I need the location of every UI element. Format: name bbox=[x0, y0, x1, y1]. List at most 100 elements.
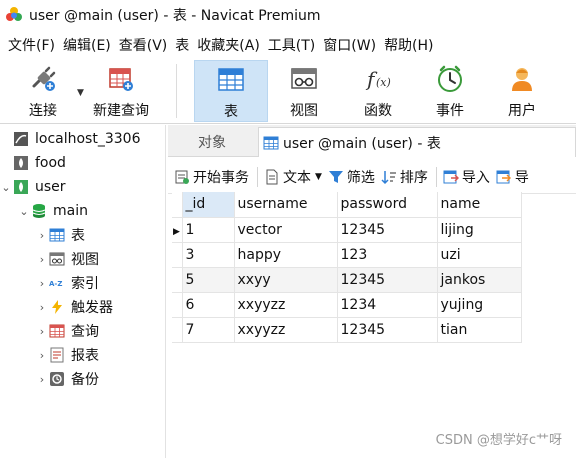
mongo-leaf-icon bbox=[12, 154, 30, 172]
view-label: 视图 bbox=[290, 103, 318, 119]
cell-password[interactable]: 123 bbox=[337, 242, 438, 268]
user-button[interactable]: 用户 bbox=[490, 60, 554, 122]
tree-item-triggers[interactable]: › 触发器 bbox=[0, 295, 166, 319]
chevron-right-icon[interactable]: › bbox=[36, 349, 48, 362]
cell-username[interactable]: xxyyzz bbox=[234, 317, 338, 343]
cell-name[interactable]: uzi bbox=[437, 242, 522, 268]
menu-view[interactable]: 查看(V) bbox=[115, 35, 172, 55]
menu-table[interactable]: 表 bbox=[171, 35, 193, 55]
tree-item-queries[interactable]: › 查询 bbox=[0, 319, 166, 343]
tree-label: 报表 bbox=[71, 348, 99, 364]
watermark-text: CSDN @想学好c艹呀 bbox=[435, 433, 562, 448]
column-header-username[interactable]: username bbox=[234, 192, 338, 218]
toolbar-divider bbox=[435, 166, 437, 187]
chevron-right-icon[interactable]: › bbox=[36, 277, 48, 290]
table-row[interactable]: 3 happy 123 uzi bbox=[172, 242, 522, 268]
backup-icon bbox=[48, 370, 66, 388]
menu-tools[interactable]: 工具(T) bbox=[264, 35, 319, 55]
menu-edit[interactable]: 编辑(E) bbox=[59, 35, 115, 55]
sort-icon bbox=[381, 169, 397, 185]
tree-label: user bbox=[35, 179, 66, 195]
cell-id[interactable]: 6 bbox=[182, 292, 235, 318]
chevron-right-icon[interactable]: › bbox=[36, 325, 48, 338]
cell-name[interactable]: lijing bbox=[437, 217, 522, 243]
column-header-name[interactable]: name bbox=[437, 192, 522, 218]
cell-name[interactable]: jankos bbox=[437, 267, 522, 293]
connect-dropdown-caret-icon[interactable]: ▼ bbox=[77, 88, 84, 98]
column-header-id[interactable]: _id bbox=[182, 192, 235, 218]
tab-user-table[interactable]: user @main (user) - 表 bbox=[258, 127, 576, 157]
cell-username[interactable]: xxyy bbox=[234, 267, 338, 293]
function-button[interactable]: f (x) 函数 bbox=[346, 60, 410, 122]
connect-label: 连接 bbox=[29, 103, 57, 119]
text-button[interactable]: 文本 ▼ bbox=[264, 167, 322, 187]
window-title: user @main (user) - 表 - Navicat Premium bbox=[29, 8, 321, 24]
connect-button[interactable]: 连接 bbox=[14, 60, 72, 122]
tree-item-views[interactable]: › 视图 bbox=[0, 247, 166, 271]
menu-favorites[interactable]: 收藏夹(A) bbox=[193, 35, 264, 55]
cell-id[interactable]: 3 bbox=[182, 242, 235, 268]
cell-id[interactable]: 5 bbox=[182, 267, 235, 293]
cell-id[interactable]: 1 bbox=[182, 217, 235, 243]
filter-icon bbox=[328, 169, 344, 185]
event-button[interactable]: 事件 bbox=[418, 60, 482, 122]
query-icon bbox=[48, 322, 66, 340]
tree-item-backups[interactable]: › 备份 bbox=[0, 367, 166, 391]
view-button[interactable]: 视图 bbox=[272, 60, 336, 122]
database-icon bbox=[30, 202, 48, 220]
filter-label: 筛选 bbox=[346, 169, 375, 186]
tree-connection-localhost[interactable]: localhost_3306 bbox=[0, 127, 166, 151]
column-header-password[interactable]: password bbox=[337, 192, 438, 218]
menu-file[interactable]: 文件(F) bbox=[4, 35, 59, 55]
tree-item-tables[interactable]: › 表 bbox=[0, 223, 166, 247]
table-row[interactable]: ▶ 1 vector 12345 lijing bbox=[172, 217, 522, 243]
tree-label: 索引 bbox=[71, 276, 99, 292]
chevron-down-icon[interactable]: ⌄ bbox=[18, 205, 30, 218]
tree-connection-user[interactable]: ⌄ user bbox=[0, 175, 166, 199]
tab-objects[interactable]: 对象 bbox=[168, 127, 256, 157]
chevron-down-icon[interactable]: ⌄ bbox=[0, 181, 12, 194]
cell-password[interactable]: 1234 bbox=[337, 292, 438, 318]
toolbar-divider bbox=[176, 64, 177, 118]
function-label: 函数 bbox=[364, 103, 392, 119]
new-query-button[interactable]: 新建查询 bbox=[86, 60, 156, 122]
chevron-right-icon[interactable]: › bbox=[36, 253, 48, 266]
view-icon bbox=[48, 250, 66, 268]
cell-name[interactable]: tian bbox=[437, 317, 522, 343]
chevron-right-icon[interactable]: › bbox=[36, 373, 48, 386]
cell-password[interactable]: 12345 bbox=[337, 217, 438, 243]
import-button[interactable]: 导入 bbox=[443, 167, 490, 187]
tree-connection-food[interactable]: food bbox=[0, 151, 166, 175]
sort-button[interactable]: 排序 bbox=[381, 167, 428, 187]
tree-label: food bbox=[35, 155, 66, 171]
filter-button[interactable]: 筛选 bbox=[328, 167, 375, 187]
row-indicator bbox=[172, 242, 183, 268]
chevron-right-icon[interactable]: › bbox=[36, 301, 48, 314]
cell-username[interactable]: vector bbox=[234, 217, 338, 243]
cell-username[interactable]: xxyyzz bbox=[234, 292, 338, 318]
table-row[interactable]: 7 xxyyzz 12345 tian bbox=[172, 317, 522, 343]
menu-window[interactable]: 窗口(W) bbox=[319, 35, 380, 55]
cell-password[interactable]: 12345 bbox=[337, 317, 438, 343]
current-row-arrow-icon: ▶ bbox=[172, 217, 183, 243]
cell-username[interactable]: happy bbox=[234, 242, 338, 268]
tree-item-reports[interactable]: › 报表 bbox=[0, 343, 166, 367]
export-button[interactable]: 导 bbox=[496, 167, 529, 187]
begin-transaction-button[interactable]: 开始事务 bbox=[174, 167, 249, 187]
transaction-icon bbox=[174, 169, 190, 185]
function-icon: f (x) bbox=[363, 64, 393, 94]
event-label: 事件 bbox=[436, 103, 464, 119]
table-label: 表 bbox=[224, 104, 238, 120]
table-row[interactable]: 6 xxyyzz 1234 yujing bbox=[172, 292, 522, 318]
tree-database-main[interactable]: ⌄ main bbox=[0, 199, 166, 223]
tree-item-indexes[interactable]: › A-Z 索引 bbox=[0, 271, 166, 295]
table-row[interactable]: 5 xxyy 12345 jankos bbox=[172, 267, 522, 293]
chevron-right-icon[interactable]: › bbox=[36, 229, 48, 242]
cell-id[interactable]: 7 bbox=[182, 317, 235, 343]
grid-header-row: _id username password name bbox=[172, 192, 522, 218]
cell-name[interactable]: yujing bbox=[437, 292, 522, 318]
tree-label: 查询 bbox=[71, 324, 99, 340]
table-button[interactable]: 表 bbox=[194, 60, 268, 122]
menu-help[interactable]: 帮助(H) bbox=[380, 35, 437, 55]
cell-password[interactable]: 12345 bbox=[337, 267, 438, 293]
